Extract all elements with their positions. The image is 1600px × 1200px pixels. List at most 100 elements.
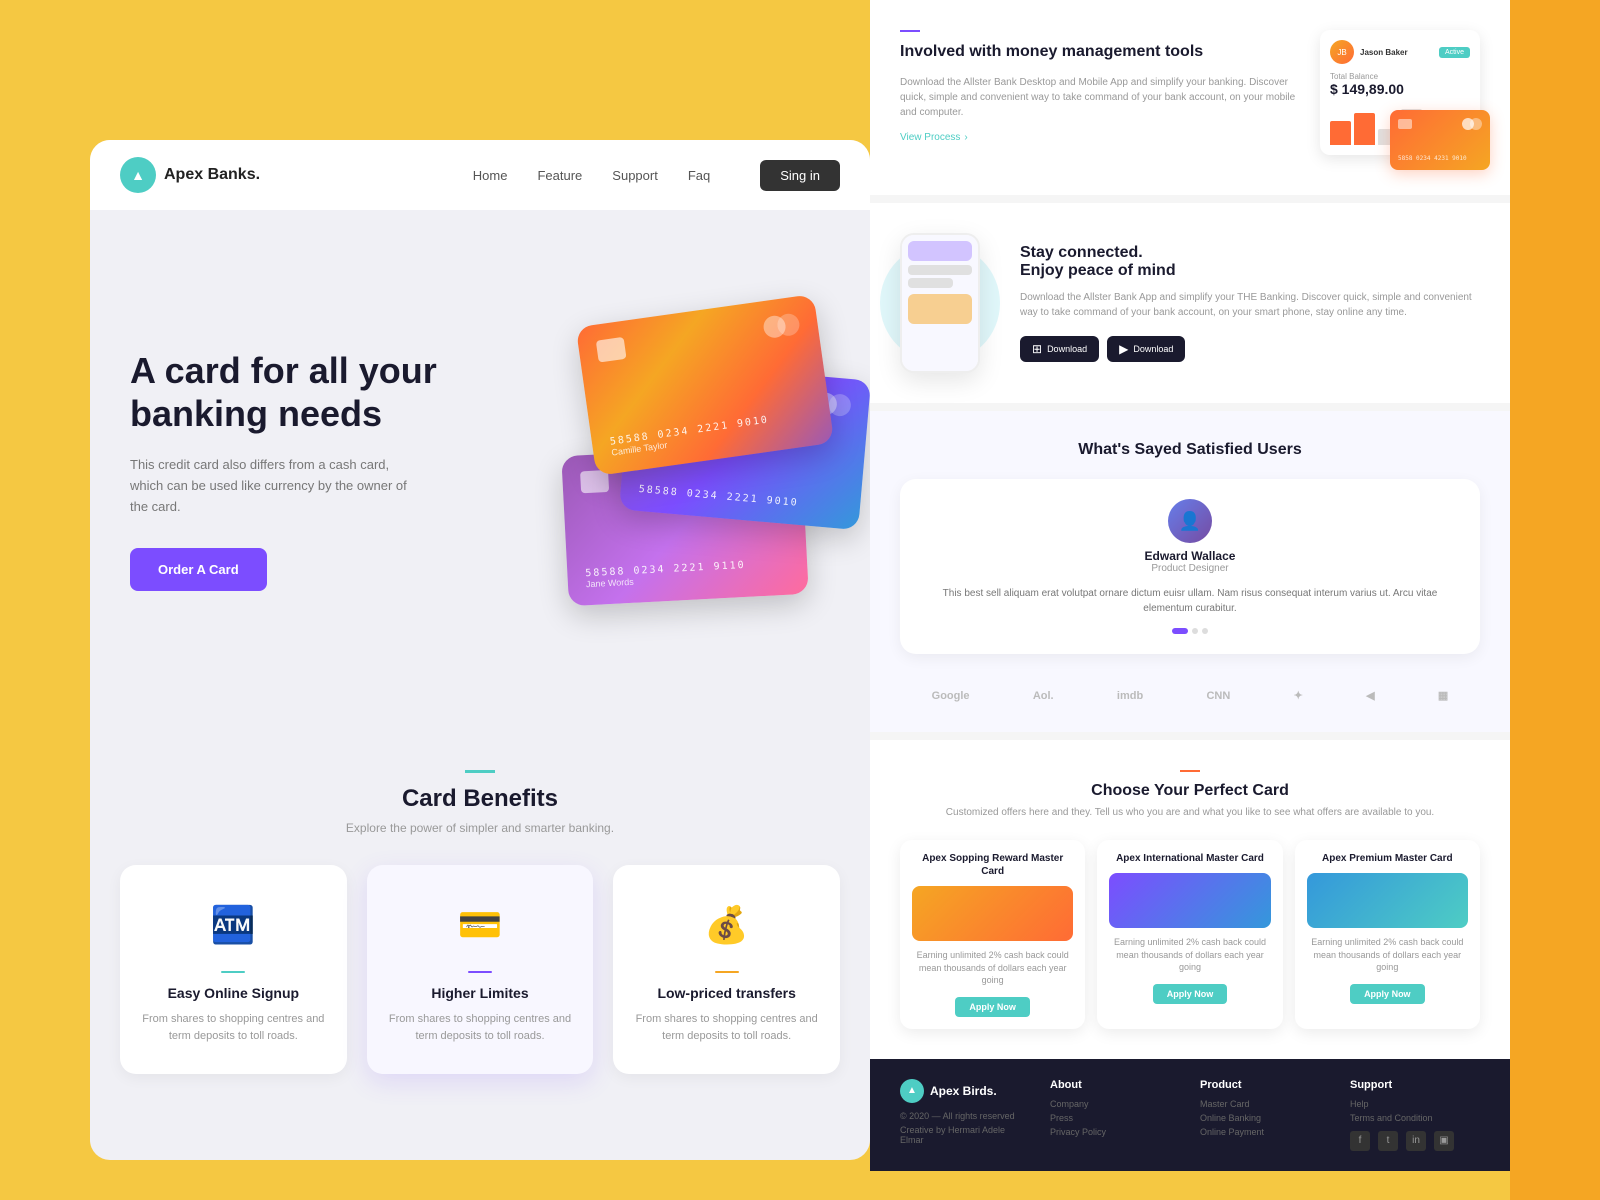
rp-s1-view-process[interactable]: View Process › (900, 132, 1300, 143)
rp-s4-description: Customized offers here and they. Tell us… (900, 806, 1480, 820)
pc-apply-btn-1[interactable]: Apply Now (1153, 984, 1228, 1004)
footer-link-privacy[interactable]: Privacy Policy (1050, 1127, 1180, 1137)
footer-logo-icon: ▲ (900, 1079, 924, 1103)
brand-imdb: imdb (1117, 690, 1143, 702)
social-linkedin[interactable]: in (1406, 1131, 1426, 1151)
nav-faq[interactable]: Faq (688, 168, 710, 183)
order-card-button[interactable]: Order A Card (130, 548, 267, 591)
footer-link-company[interactable]: Company (1050, 1099, 1180, 1109)
oc-chip (1398, 119, 1412, 129)
rp-orange-card: 5858 0234 4231 9010 (1390, 110, 1490, 170)
phone-screen (902, 235, 978, 371)
brand-cnn: CNN (1206, 690, 1230, 702)
hero-description: This credit card also differs from a cas… (130, 455, 410, 517)
pc-card-img-0 (912, 886, 1073, 941)
rp-s2-text: Stay connected.Enjoy peace of mind Downl… (1020, 244, 1480, 362)
footer-col-product-title: Product (1200, 1079, 1330, 1091)
footer-link-terms[interactable]: Terms and Condition (1350, 1113, 1480, 1123)
rp-s1-left: Involved with money management tools Dow… (900, 30, 1300, 155)
perfect-card-2: Apex Premium Master Card Earning unlimit… (1295, 840, 1480, 1029)
footer-copyright: © 2020 — All rights reserved (900, 1111, 1030, 1121)
social-facebook[interactable]: f (1350, 1131, 1370, 1151)
testimonial-name: Edward Wallace (1145, 549, 1236, 563)
download-btn-2[interactable]: ▶ Download (1107, 336, 1185, 362)
rp-section-testimonials: What's Sayed Satisfied Users 👤 Edward Wa… (870, 403, 1510, 732)
mini-avatar: JB (1330, 40, 1354, 64)
benefit-line-2 (715, 971, 739, 973)
google-play-icon: ▶ (1119, 342, 1128, 356)
signin-button[interactable]: Sing in (760, 160, 840, 191)
footer-link-online-banking[interactable]: Online Banking (1200, 1113, 1330, 1123)
benefit-text-1: From shares to shopping centres and term… (387, 1011, 574, 1044)
mastercard-logo-1 (762, 312, 801, 339)
navbar: ▲ Apex Banks. Home Feature Support Faq S… (90, 140, 870, 210)
perfect-card-0: Apex Sopping Reward Master Card Earning … (900, 840, 1085, 1029)
benefits-title: Card Benefits (120, 785, 840, 813)
brand-logos: Google Aol. imdb CNN ✦ ◀ ▦ (900, 674, 1480, 702)
social-twitter[interactable]: t (1378, 1131, 1398, 1151)
download-label-2: Download (1133, 344, 1173, 354)
dot-0[interactable] (1172, 628, 1188, 634)
nav-links: Home Feature Support Faq Sing in (473, 160, 840, 191)
pc-desc-2: Earning unlimited 2% cash back could mea… (1307, 936, 1468, 974)
benefit-title-1: Higher Limites (387, 985, 574, 1001)
footer-link-help[interactable]: Help (1350, 1099, 1480, 1109)
brand-google: Google (932, 690, 970, 702)
footer-link-mastercard[interactable]: Master Card (1200, 1099, 1330, 1109)
mini-card-user: JB Jason Baker Active (1330, 40, 1470, 64)
testimonial-dots (920, 628, 1460, 634)
hero-text: A card for all your banking needs This c… (90, 289, 520, 651)
benefit-card-2: 💰 Low-priced transfers From shares to sh… (613, 865, 840, 1074)
oc-num: 5858 0234 4231 9010 (1398, 155, 1482, 162)
oc-c2 (1470, 118, 1482, 130)
nav-support[interactable]: Support (612, 168, 658, 183)
footer-col-support-title: Support (1350, 1079, 1480, 1091)
perfect-card-1: Apex International Master Card Earning u… (1097, 840, 1282, 1029)
footer-link-online-payment[interactable]: Online Payment (1200, 1127, 1330, 1137)
rp-s2-title: Stay connected.Enjoy peace of mind (1020, 244, 1480, 280)
testimonial-role: Product Designer (1151, 563, 1228, 574)
main-card: ▲ Apex Banks. Home Feature Support Faq S… (90, 140, 870, 1160)
pc-desc-0: Earning unlimited 2% cash back could mea… (912, 949, 1073, 987)
benefit-icon-2: 💰 (697, 895, 757, 955)
social-other[interactable]: ▣ (1434, 1131, 1454, 1151)
card-chip-1 (596, 337, 627, 363)
chart-bar-0 (1330, 121, 1351, 145)
benefits-cards: 🏧 Easy Online Signup From shares to shop… (120, 865, 840, 1074)
dot-1[interactable] (1192, 628, 1198, 634)
rp-s1-content: Involved with money management tools Dow… (900, 30, 1480, 155)
mini-badge: Active (1439, 47, 1470, 58)
footer-col-product: Product Master Card Online Banking Onlin… (1200, 1079, 1330, 1151)
benefits-header: Card Benefits Explore the power of simpl… (120, 770, 840, 835)
arrow-right-icon: › (964, 132, 967, 143)
brand-grid: ▦ (1438, 689, 1448, 702)
nav-feature[interactable]: Feature (537, 168, 582, 183)
logo-text: Apex Banks. (164, 166, 260, 184)
pc-title-0: Apex Sopping Reward Master Card (912, 852, 1073, 878)
footer-link-press[interactable]: Press (1050, 1113, 1180, 1123)
rp-s4-header: Choose Your Perfect Card Customized offe… (900, 770, 1480, 820)
rp-s1-right: JB Jason Baker Active Total Balance $ 14… (1320, 30, 1480, 155)
pc-title-1: Apex International Master Card (1109, 852, 1270, 865)
oc-mc (1462, 118, 1482, 130)
rp-section-money: Involved with money management tools Dow… (870, 0, 1510, 195)
pc-apply-btn-0[interactable]: Apply Now (955, 997, 1030, 1017)
benefit-text-2: From shares to shopping centres and term… (633, 1011, 820, 1044)
footer: ▲ Apex Birds. © 2020 — All rights reserv… (870, 1059, 1510, 1171)
footer-credit: Creative by Hermari Adele Elmar (900, 1125, 1030, 1145)
download-btn-1[interactable]: ⊞ Download (1020, 336, 1099, 362)
footer-col-about-title: About (1050, 1079, 1180, 1091)
dot-2[interactable] (1202, 628, 1208, 634)
pc-apply-btn-2[interactable]: Apply Now (1350, 984, 1425, 1004)
logo-icon: ▲ (120, 157, 156, 193)
card-chip-3 (580, 470, 609, 493)
nav-home[interactable]: Home (473, 168, 508, 183)
testimonial-user: 👤 Edward Wallace Product Designer (920, 499, 1460, 574)
orange-strip (1510, 0, 1600, 1200)
rp-s3-title: What's Sayed Satisfied Users (900, 441, 1480, 459)
benefit-icon-1: 💳 (450, 895, 510, 955)
pc-desc-1: Earning unlimited 2% cash back could mea… (1109, 936, 1270, 974)
view-process-text: View Process (900, 132, 960, 143)
hero-title: A card for all your banking needs (130, 349, 480, 435)
footer-col-support: Support Help Terms and Condition f t in … (1350, 1079, 1480, 1151)
